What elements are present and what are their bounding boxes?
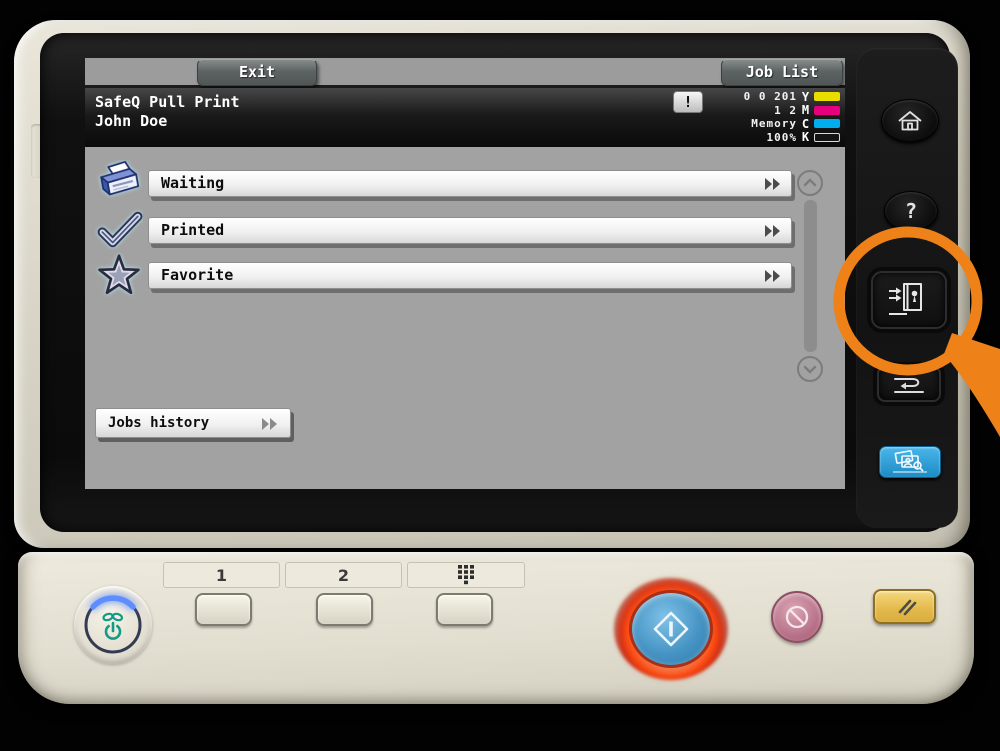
toner-letter-y: Y	[797, 90, 814, 104]
start-icon	[650, 608, 692, 650]
printer-icon	[95, 160, 143, 208]
favorite-label: Favorite	[161, 263, 233, 288]
toner-letter-k: K	[797, 130, 814, 144]
favorite-folder-button[interactable]: Favorite	[148, 262, 792, 289]
toner-letter-m: M	[797, 103, 814, 117]
scrollbar-track[interactable]	[804, 200, 817, 352]
status-row: 1 2 M	[645, 104, 840, 118]
toner-bar-cyan	[814, 119, 840, 128]
stop-button[interactable]	[771, 591, 823, 643]
reset-slashes-icon	[890, 596, 920, 618]
toner-letter-c: C	[797, 117, 814, 131]
scroll-up-button[interactable]	[797, 170, 823, 196]
access-door-keyhole-icon	[887, 281, 931, 319]
status-value: 1 2	[645, 104, 797, 117]
reset-button[interactable]	[873, 589, 936, 624]
job-list-button[interactable]: Job List	[721, 59, 843, 86]
keypad-key[interactable]	[436, 593, 493, 626]
waiting-label: Waiting	[161, 171, 224, 196]
interrupt-button[interactable]	[877, 366, 941, 402]
access-login-button[interactable]	[871, 271, 947, 329]
status-row: Memory C	[645, 117, 840, 131]
register-key-2-label: 2	[338, 566, 349, 585]
toner-bar-black	[814, 133, 840, 142]
star-icon	[95, 251, 143, 299]
chevron-up-icon	[799, 172, 821, 194]
jobs-history-label: Jobs history	[108, 409, 209, 437]
start-button[interactable]	[629, 590, 713, 668]
enlarge-display-icon	[888, 449, 932, 475]
register-key-1-label: 1	[216, 566, 227, 585]
home-button[interactable]	[881, 99, 939, 142]
logged-in-user: John Doe	[95, 112, 167, 130]
double-chevron-right-icon	[763, 224, 783, 238]
status-row: 0 0 201 Y	[645, 90, 840, 104]
status-row: 100% K	[645, 131, 840, 145]
app-title: SafeQ Pull Print	[95, 93, 240, 111]
printer-control-panel: Exit Job List SafeQ Pull Print John Doe …	[0, 0, 1000, 751]
home-icon	[897, 110, 923, 132]
screen-header: SafeQ Pull Print John Doe ! 0 0 201 Y 1 …	[85, 88, 845, 147]
jobs-history-button[interactable]: Jobs history	[95, 408, 291, 438]
stop-icon	[783, 603, 811, 631]
toner-bar-yellow	[814, 92, 840, 101]
printed-label: Printed	[161, 218, 224, 243]
waiting-folder-button[interactable]: Waiting	[148, 170, 792, 197]
double-chevron-right-icon	[763, 177, 783, 191]
printed-folder-button[interactable]: Printed	[148, 217, 792, 244]
touchscreen: Exit Job List SafeQ Pull Print John Doe …	[85, 58, 845, 489]
keypad-key-plate	[407, 562, 525, 588]
chevron-down-icon	[799, 358, 821, 380]
double-chevron-right-icon	[763, 269, 783, 283]
power-eco-icon	[74, 586, 152, 664]
status-block: 0 0 201 Y 1 2 M Memory C 100% K	[645, 90, 840, 144]
memory-label: Memory	[645, 117, 797, 130]
memory-percent: 100%	[645, 131, 797, 144]
register-key-2-plate: 2	[285, 562, 402, 588]
register-key-2[interactable]	[316, 593, 373, 626]
register-key-1[interactable]	[195, 593, 252, 626]
power-button[interactable]	[74, 586, 152, 664]
register-key-1-plate: 1	[163, 562, 280, 588]
double-check-icon	[95, 206, 143, 254]
scroll-down-button[interactable]	[797, 356, 823, 382]
question-mark-icon: ?	[905, 199, 917, 223]
interrupt-icon	[891, 372, 927, 396]
double-chevron-right-icon	[260, 417, 280, 431]
toner-bar-magenta	[814, 106, 840, 115]
status-value: 0 0 201	[645, 90, 797, 103]
ten-key-keypad-icon	[458, 565, 475, 585]
help-button[interactable]: ?	[884, 191, 938, 231]
enlarge-display-button[interactable]	[879, 446, 941, 478]
exit-button[interactable]: Exit	[197, 59, 317, 86]
